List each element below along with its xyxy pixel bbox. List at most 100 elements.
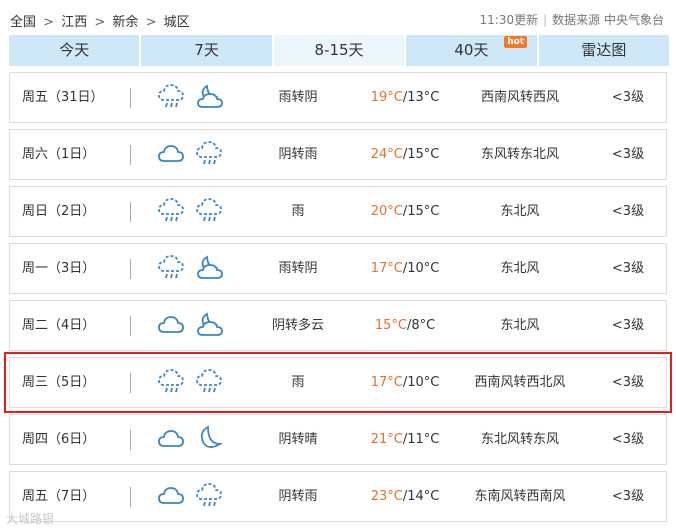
tab-0[interactable]: 今天 — [9, 35, 140, 66]
weather-description: 雨 — [291, 375, 305, 390]
tab-3[interactable]: 40天 hot — [406, 35, 537, 66]
data-source: 数据来源 中央气象台 — [552, 13, 664, 27]
update-time: 11:30更新 — [479, 13, 539, 27]
wind-level: <3级 — [611, 261, 645, 276]
divider — [130, 373, 131, 393]
weather-icons — [156, 310, 224, 342]
wind-level: <3级 — [611, 147, 645, 162]
temperature-low: /10°C — [402, 261, 440, 276]
weather-description: 阴转晴 — [278, 432, 318, 447]
wind-level: <3级 — [611, 489, 645, 504]
hot-badge: hot — [504, 36, 528, 48]
rain-cloud-icon — [194, 367, 224, 399]
rain-cloud-icon — [156, 82, 186, 114]
moon-icon — [194, 424, 224, 456]
moon-cloud-icon — [194, 310, 224, 342]
wind-level: <3级 — [611, 318, 645, 333]
rain-cloud-icon — [194, 139, 224, 171]
tab-2[interactable]: 8-15天 — [273, 35, 405, 66]
forecast-row: 周三（5日） 雨 17°C/10°C 西南风转西北风 <3级 — [4, 352, 672, 413]
weather-description: 雨转阴 — [278, 261, 318, 276]
rain-cloud-icon — [194, 196, 224, 228]
temperature-high: 17°C — [370, 261, 403, 276]
temperature-low: /11°C — [402, 432, 440, 447]
forecast-row: 周五（31日） 雨转阴 19°C/13°C 西南风转西风 <3级 — [9, 72, 667, 123]
cloud-icon — [156, 481, 186, 513]
wind-direction: 东风转东北风 — [480, 147, 559, 162]
temperature-low: /8°C — [406, 318, 436, 333]
temperature: 24°C/15°C — [360, 130, 450, 179]
wind-direction: 东北风 — [500, 318, 540, 333]
top-bar: 全国 > 江西 > 新余 > 城区 11:30更新 | 数据来源 中央气象台 — [0, 0, 676, 34]
temperature: 20°C/15°C — [360, 187, 450, 236]
tab-1[interactable]: 7天 — [141, 35, 272, 66]
temperature-high: 21°C — [370, 432, 403, 447]
forecast-tabs: 今天 7天 8-15天 40天 hot 雷达图 — [9, 35, 670, 66]
temperature: 23°C/14°C — [360, 472, 450, 521]
temperature-low: /13°C — [402, 90, 440, 105]
temperature: 15°C/8°C — [360, 301, 450, 350]
weather-description: 阴转雨 — [278, 489, 318, 504]
breadcrumb-item-city[interactable]: 新余 — [112, 11, 138, 30]
breadcrumb-item-province[interactable]: 江西 — [61, 11, 87, 30]
divider — [130, 316, 131, 336]
temperature: 19°C/13°C — [360, 73, 450, 122]
temperature-high: 17°C — [370, 375, 403, 390]
cloud-icon — [156, 139, 186, 171]
tab-label: 今天 — [59, 41, 90, 59]
wind-direction: 西南风转西北风 — [474, 375, 566, 390]
breadcrumb-separator: > — [145, 15, 157, 30]
temperature-low: /10°C — [402, 375, 440, 390]
forecast-row: 周二（4日） 阴转多云 15°C/8°C 东北风 <3级 — [9, 300, 667, 351]
forecast-day: 周一（3日） — [22, 261, 96, 276]
divider — [130, 145, 131, 165]
temperature-low: /15°C — [402, 147, 440, 162]
divider — [130, 430, 131, 450]
temperature: 21°C/11°C — [360, 415, 450, 464]
rain-cloud-icon — [156, 367, 186, 399]
temperature-high: 20°C — [370, 204, 403, 219]
forecast-day: 周五（31日） — [22, 90, 104, 105]
moon-cloud-icon — [194, 253, 224, 285]
forecast-list: 周五（31日） 雨转阴 19°C/13°C 西南风转西风 <3级 周六（1日） 阴转雨 24°… — [4, 72, 672, 528]
forecast-row: 周四（6日） 阴转晴 21°C/11°C 东北风转东风 <3级 — [9, 414, 667, 465]
tab-label: 40天 — [454, 41, 489, 59]
breadcrumb-separator: > — [94, 15, 106, 30]
wind-direction: 东北风转东风 — [480, 432, 559, 447]
tab-label: 8-15天 — [314, 41, 364, 59]
weather-icons — [156, 139, 224, 171]
forecast-day: 周二（4日） — [22, 318, 96, 333]
divider: | — [543, 13, 548, 27]
temperature-high: 15°C — [374, 318, 407, 333]
weather-icons — [156, 82, 224, 114]
weather-description: 阴转雨 — [278, 147, 318, 162]
temperature-high: 23°C — [370, 489, 403, 504]
wind-level: <3级 — [611, 375, 645, 390]
temperature: 17°C/10°C — [360, 358, 450, 407]
wind-level: <3级 — [611, 432, 645, 447]
breadcrumb-separator: > — [43, 15, 55, 30]
weather-icons — [156, 367, 224, 399]
divider — [130, 259, 131, 279]
breadcrumb: 全国 > 江西 > 新余 > 城区 — [10, 11, 190, 30]
weather-icons — [156, 481, 224, 513]
temperature-high: 19°C — [370, 90, 403, 105]
wind-direction: 东南风转西南风 — [474, 489, 566, 504]
forecast-row: 周六（1日） 阴转雨 24°C/15°C 东风转东北风 <3级 — [9, 129, 667, 180]
weather-description: 雨转阴 — [278, 90, 318, 105]
forecast-row: 周五（7日） 阴转雨 23°C/14°C 东南风转西南风 <3级 — [9, 471, 667, 522]
temperature-low: /14°C — [402, 489, 440, 504]
wind-level: <3级 — [611, 204, 645, 219]
wind-direction: 东北风 — [500, 204, 540, 219]
moon-cloud-icon — [194, 82, 224, 114]
data-source-info: 11:30更新 | 数据来源 中央气象台 — [480, 11, 664, 28]
rain-cloud-icon — [156, 253, 186, 285]
tab-label: 7天 — [194, 41, 219, 59]
forecast-day: 周三（5日） — [22, 375, 96, 390]
breadcrumb-item-country[interactable]: 全国 — [10, 11, 36, 30]
tab-label: 雷达图 — [581, 41, 627, 59]
weather-icons — [156, 424, 224, 456]
wind-direction: 东北风 — [500, 261, 540, 276]
temperature-high: 24°C — [370, 147, 403, 162]
tab-4[interactable]: 雷达图 — [538, 35, 670, 66]
